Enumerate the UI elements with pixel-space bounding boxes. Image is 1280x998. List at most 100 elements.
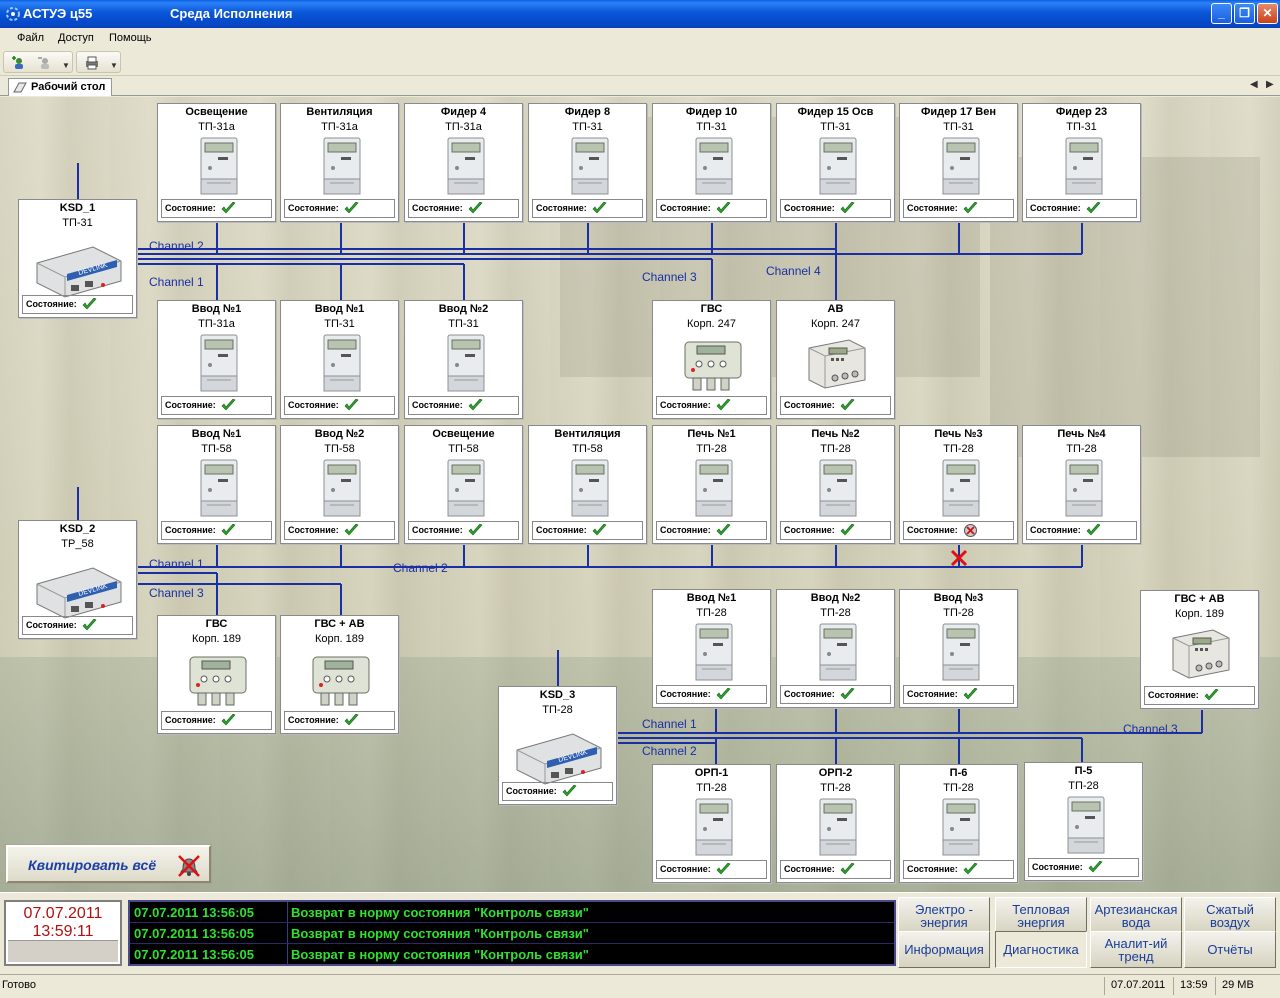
ksd-controller-icon: DEVLINK — [36, 246, 122, 298]
status-box: Состояние: — [532, 521, 643, 540]
acknowledge-all-label: Квитировать всё — [28, 857, 157, 873]
meter-card[interactable]: Печь №4 ТП-28 Состояние: — [1022, 425, 1141, 544]
nav-heat-button[interactable]: Тепловая энергия — [995, 897, 1087, 934]
event-log[interactable]: 07.07.2011 13:56:05 Возврат в норму сост… — [128, 900, 896, 966]
event-row[interactable]: 07.07.2011 13:56:05 Возврат в норму сост… — [130, 944, 894, 965]
device-location: ТП-58 — [448, 443, 479, 455]
device-location: ТП-31а — [445, 121, 482, 133]
meter-card[interactable]: П-6 ТП-28 Состояние: — [899, 764, 1018, 883]
nav-reports-button[interactable]: Отчёты — [1184, 931, 1276, 968]
ksd-controller-card[interactable]: KSD_3 ТП-28 DEVLINK Состояние: — [498, 686, 617, 805]
meter-card[interactable]: Ввод №2 ТП-58 Состояние: — [280, 425, 399, 544]
status-box: Состояние: — [1026, 521, 1137, 540]
event-row[interactable]: 07.07.2011 13:56:05 Возврат в норму сост… — [130, 923, 894, 944]
meter-card[interactable]: Вентиляция ТП-31а Состояние: — [280, 103, 399, 222]
channel-label: Channel 2 — [149, 239, 204, 253]
meter-card[interactable]: Освещение ТП-58 Состояние: — [404, 425, 523, 544]
minimize-button[interactable]: _ — [1211, 3, 1232, 24]
meter-card[interactable]: Ввод №1 ТП-58 Состояние: — [157, 425, 276, 544]
device-name: Ввод №2 — [314, 428, 365, 440]
device-location: ТП-28 — [820, 607, 851, 619]
nav-electro-button[interactable]: Электро - энергия — [898, 897, 990, 934]
meter-card[interactable]: ГВС Корп. 247 Состояние: — [652, 300, 771, 419]
remove-user-icon[interactable] — [36, 55, 52, 71]
status-ok-icon — [840, 688, 855, 700]
meter-card[interactable]: Фидер 17 Вен ТП-31 Состояние: — [899, 103, 1018, 222]
menu-help[interactable]: Помощь — [109, 32, 152, 44]
status-label: Состояние: — [660, 525, 711, 535]
status-label: Состояние: — [536, 525, 587, 535]
status-label: Состояние: — [165, 525, 216, 535]
device-name: Ввод №2 — [438, 303, 489, 315]
channel-label: Channel 3 — [149, 586, 204, 600]
meter-card[interactable]: Печь №3 ТП-28 Состояние: — [899, 425, 1018, 544]
meter-card[interactable]: ГВС Корп. 189 Состояние: — [157, 615, 276, 734]
meter-card[interactable]: Ввод №1 ТП-28 Состояние: — [652, 589, 771, 708]
meter-card[interactable]: Ввод №1 ТП-31а Состояние: — [157, 300, 276, 419]
electricity-meter-icon — [571, 137, 609, 195]
status-label: Состояние: — [288, 400, 339, 410]
device-name: Освещение — [432, 428, 495, 440]
print-icon[interactable] — [84, 55, 100, 71]
meter-card[interactable]: Ввод №1 ТП-31 Состояние: — [280, 300, 399, 419]
menu-access[interactable]: Доступ — [58, 32, 94, 44]
app-icon — [6, 7, 20, 21]
status-memory: 29 MB — [1215, 977, 1260, 995]
tab-next-icon[interactable]: ▶ — [1266, 79, 1274, 90]
maximize-button[interactable]: ❐ — [1234, 3, 1255, 24]
nav-air-button[interactable]: Сжатый воздух — [1184, 897, 1276, 934]
status-label: Состояние: — [907, 525, 958, 535]
desktop-icon — [13, 82, 27, 93]
close-button[interactable]: ✕ — [1257, 3, 1278, 24]
nav-trend-button[interactable]: Аналит-ий тренд — [1090, 931, 1182, 968]
meter-card[interactable]: ОРП-1 ТП-28 Состояние: — [652, 764, 771, 883]
meter-card[interactable]: АВ Корп. 247 Состояние: — [776, 300, 895, 419]
meter-card[interactable]: Освещение ТП-31а Состояние: — [157, 103, 276, 222]
device-name: ГВС + АВ — [1174, 593, 1225, 605]
meter-card[interactable]: Печь №2 ТП-28 Состояние: — [776, 425, 895, 544]
meter-card[interactable]: П-5 ТП-28 Состояние: — [1024, 762, 1143, 881]
add-user-icon[interactable] — [10, 55, 26, 71]
meter-card[interactable]: ГВС + АВ Корп. 189 Состояние: — [280, 615, 399, 734]
status-box: Состояние: — [903, 860, 1014, 879]
status-ok-icon — [963, 688, 978, 700]
meter-card[interactable]: Ввод №3 ТП-28 Состояние: — [899, 589, 1018, 708]
dropdown-arrow-icon[interactable]: ▼ — [110, 61, 118, 70]
meter-card[interactable]: ГВС + АВ Корп. 189 Состояние: — [1140, 590, 1259, 709]
meter-card[interactable]: Ввод №2 ТП-28 Состояние: — [776, 589, 895, 708]
menu-file[interactable]: Файл — [17, 32, 44, 44]
tab-desktop[interactable]: Рабочий стол — [8, 78, 113, 96]
event-row[interactable]: 07.07.2011 13:56:05 Возврат в норму сост… — [130, 902, 894, 923]
device-name: ОРП-2 — [818, 767, 853, 779]
status-ok-icon — [82, 619, 97, 631]
tab-strip: Рабочий стол ◀ ▶ — [0, 76, 1280, 96]
meter-card[interactable]: Фидер 15 Осв ТП-31 Состояние: — [776, 103, 895, 222]
nav-info-button[interactable]: Информация — [898, 931, 990, 968]
ksd-controller-card[interactable]: KSD_2 TP_58 DEVLINK Состояние: — [18, 520, 137, 639]
status-box: Состояние: — [161, 521, 272, 540]
nav-artesian-button[interactable]: Артезианская вода — [1090, 897, 1182, 934]
meter-card[interactable]: Фидер 10 ТП-31 Состояние: — [652, 103, 771, 222]
electricity-meter-icon — [1065, 137, 1103, 195]
toolbar: ▼ ▼ — [0, 48, 1280, 76]
tab-prev-icon[interactable]: ◀ — [1250, 79, 1258, 90]
status-label: Состояние: — [907, 689, 958, 699]
status-ready: Готово — [2, 979, 36, 991]
meter-card[interactable]: Печь №1 ТП-28 Состояние: — [652, 425, 771, 544]
meter-card[interactable]: Вентиляция ТП-58 Состояние: — [528, 425, 647, 544]
nav-diagnostics-button[interactable]: Диагностика — [995, 931, 1087, 968]
meter-card[interactable]: ОРП-2 ТП-28 Состояние: — [776, 764, 895, 883]
meter-card[interactable]: Ввод №2 ТП-31 Состояние: — [404, 300, 523, 419]
meter-card[interactable]: Фидер 8 ТП-31 Состояние: — [528, 103, 647, 222]
ksd-controller-card[interactable]: KSD_1 ТП-31 DEVLINK Состояние: — [18, 199, 137, 318]
device-location: ТП-28 — [1066, 443, 1097, 455]
device-location: ТП-28 — [943, 607, 974, 619]
acknowledge-all-button[interactable]: Квитировать всё — [5, 844, 212, 884]
meter-card[interactable]: Фидер 23 ТП-31 Состояние: — [1022, 103, 1141, 222]
dropdown-arrow-icon[interactable]: ▼ — [62, 61, 70, 70]
electricity-meter-icon — [942, 623, 980, 681]
electricity-meter-icon — [571, 459, 609, 517]
device-location: ТП-28 — [943, 443, 974, 455]
meter-card[interactable]: Фидер 4 ТП-31а Состояние: — [404, 103, 523, 222]
status-time: 13:59 — [1173, 977, 1214, 995]
